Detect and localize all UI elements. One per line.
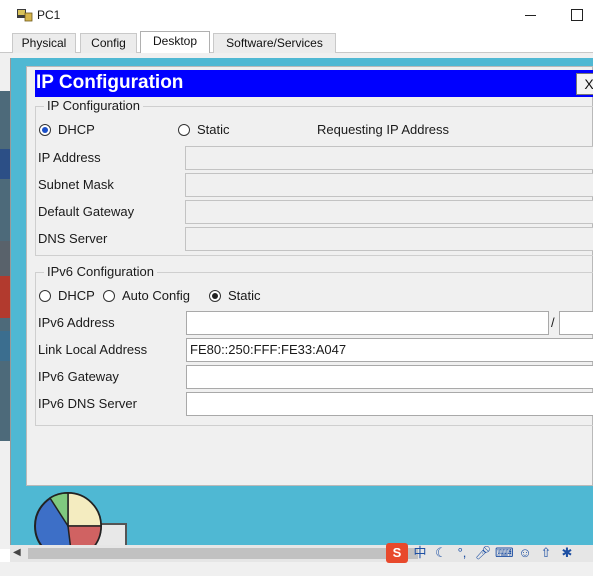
maximize-button[interactable] [562, 4, 590, 26]
sogou-input-icon[interactable]: S [386, 543, 408, 563]
pie-chart-icon [34, 492, 127, 560]
ipv6-address-field[interactable] [186, 311, 549, 335]
punctuation-icon[interactable]: °, [453, 544, 471, 562]
default-gateway-label: Default Gateway [38, 204, 135, 219]
subnet-mask-label: Subnet Mask [38, 177, 114, 192]
ip-configuration-title: IP Configuration [36, 72, 184, 93]
ip-configuration-header: IP Configuration X [35, 70, 593, 97]
user-icon[interactable]: ☺ [516, 544, 534, 562]
ipv6-dhcp-radio[interactable] [39, 290, 51, 302]
tab-config[interactable]: Config [80, 33, 137, 53]
close-button[interactable]: X [576, 73, 593, 95]
link-local-address-label: Link Local Address [38, 342, 148, 357]
ipv6-dhcp-label: DHCP [58, 288, 95, 303]
prefix-separator: / [551, 315, 555, 330]
tab-bar: Physical Config Desktop Software/Service… [0, 31, 593, 53]
ipv6-gateway-field[interactable] [186, 365, 593, 389]
ipv4-group-label: IP Configuration [44, 98, 143, 113]
ipv6-static-radio[interactable] [209, 290, 221, 302]
pc-app-icon [17, 9, 33, 22]
ipv6-prefix-field[interactable] [559, 311, 593, 335]
tab-desktop[interactable]: Desktop [140, 31, 210, 53]
ipv4-dhcp-label: DHCP [58, 122, 95, 137]
scroll-thumb[interactable] [28, 548, 418, 559]
dns-server-label: DNS Server [38, 231, 108, 246]
keyboard-icon[interactable]: ⌨ [495, 544, 514, 562]
ipv4-static-label: Static [197, 122, 230, 137]
window-title: PC1 [37, 8, 61, 22]
ip-address-label: IP Address [38, 150, 101, 165]
ipv6-address-label: IPv6 Address [38, 315, 115, 330]
tools-icon[interactable]: ✱ [558, 544, 576, 562]
ime-toolbar: S 中 ☾ °, 🎤︎ ⌨ ☺ ⇧ ✱ [386, 541, 576, 565]
dns-server-field[interactable] [185, 227, 593, 251]
ipv4-status-text: Requesting IP Address [317, 122, 450, 137]
ip-configuration-window: IP Configuration X IP Configuration DHCP… [26, 66, 593, 486]
ipv4-static-radio[interactable] [178, 124, 190, 136]
scroll-left-icon[interactable]: ◀ [13, 547, 21, 558]
ipv6-auto-config-label: Auto Config [122, 288, 190, 303]
tab-physical[interactable]: Physical [12, 33, 76, 53]
ipv6-dns-server-label: IPv6 DNS Server [38, 396, 137, 411]
subnet-mask-field[interactable] [185, 173, 593, 197]
microphone-icon[interactable]: 🎤︎ [474, 544, 492, 562]
ipv6-auto-config-radio[interactable] [103, 290, 115, 302]
chinese-mode-icon[interactable]: 中 [411, 544, 429, 562]
traffic-generator-icon[interactable] [32, 486, 132, 560]
default-gateway-field[interactable] [185, 200, 593, 224]
moon-icon[interactable]: ☾ [432, 544, 450, 562]
ipv6-gateway-label: IPv6 Gateway [38, 369, 119, 384]
desktop-side-icons [0, 91, 10, 441]
shirt-icon[interactable]: ⇧ [537, 544, 555, 562]
ipv6-group-label: IPv6 Configuration [44, 264, 157, 279]
tab-software-services[interactable]: Software/Services [213, 33, 336, 53]
title-bar: PC1 [0, 0, 593, 31]
ipv6-static-label: Static [228, 288, 261, 303]
ipv6-dns-server-field[interactable] [186, 392, 593, 416]
ipv4-dhcp-radio[interactable] [39, 124, 51, 136]
minimize-button[interactable] [516, 4, 544, 26]
ip-address-field[interactable] [185, 146, 593, 170]
link-local-address-field[interactable]: FE80::250:FFF:FE33:A047 [186, 338, 593, 362]
